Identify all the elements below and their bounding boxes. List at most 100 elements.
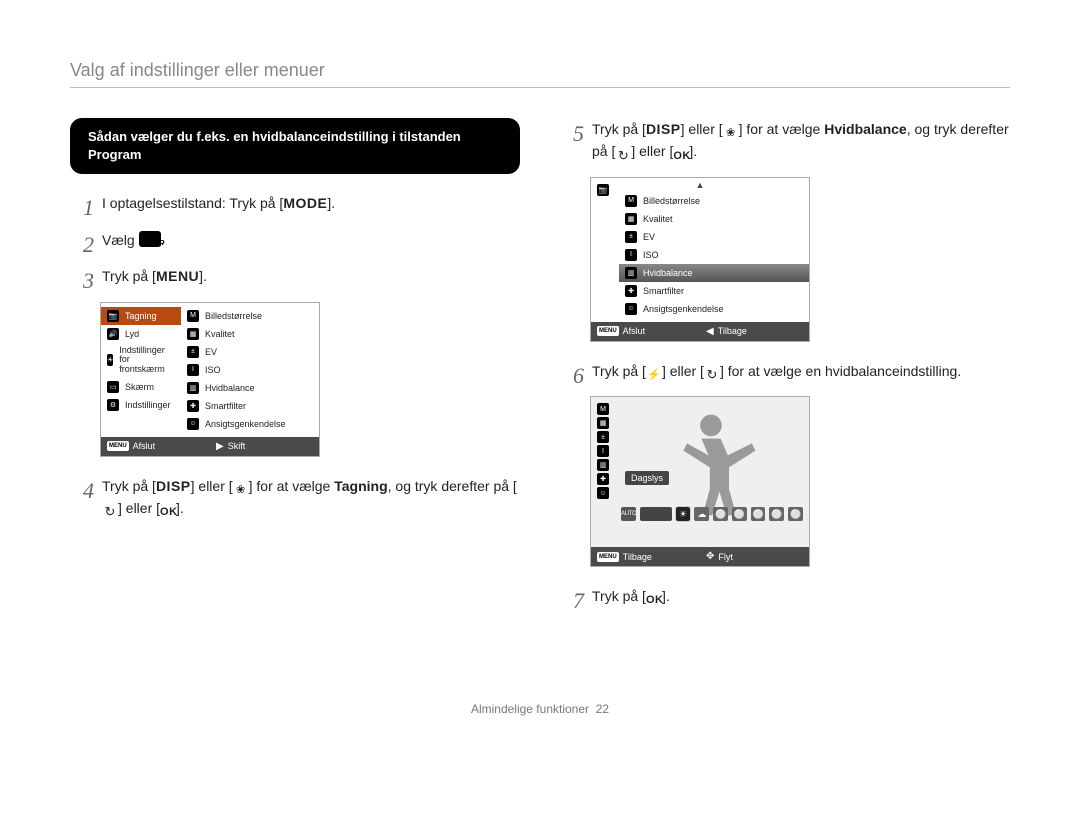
ok-icon <box>673 146 689 160</box>
camera-program-icon <box>139 231 161 247</box>
screenshot-dagslys: M ▦ ± I ▥ ✚ ☺ Dagslys AUTO <box>590 396 810 567</box>
menu-item-skærm: ▭Skærm <box>101 378 181 396</box>
menu-item-lyd: 🔊Lyd <box>101 325 181 343</box>
disp-key: DISP <box>156 475 191 497</box>
left-column: Sådan vælger du f.eks. en hvidbalanceind… <box>70 118 520 622</box>
shot1-right-menu: MBilledstørrelse ▦Kvalitet ±EV IISO ▥Hvi… <box>181 303 319 437</box>
columns: Sådan vælger du f.eks. en hvidbalanceind… <box>70 118 1010 622</box>
wb-label-dagslys: Dagslys <box>625 471 669 485</box>
wb-opt-4: ⚪ <box>769 507 784 521</box>
iso-icon: I <box>187 364 199 376</box>
ev-icon: ± <box>187 346 199 358</box>
shot2-footer-right: ◀Tilbage <box>700 322 809 341</box>
menu-key: MENU <box>156 265 199 287</box>
mode-key: MODE <box>283 192 327 214</box>
shot2-footer-left: MENUAfslut <box>591 322 700 341</box>
ok-icon <box>160 502 176 516</box>
left-arrow-icon: ◀ <box>706 326 714 337</box>
shot1-footer-right: ▶Skift <box>210 437 319 456</box>
size-icon: M <box>625 195 637 207</box>
opt-hvidbalance: ▥Hvidbalance <box>619 264 809 282</box>
ok-icon <box>646 590 662 604</box>
opt-ev: ±EV <box>619 228 809 246</box>
wb-opt-1: ⚪ <box>713 507 728 521</box>
opt-iso: IISO <box>181 361 319 379</box>
quality-icon: ▦ <box>625 213 637 225</box>
speaker-icon: 🔊 <box>107 328 119 340</box>
flash-icon <box>646 365 662 379</box>
screenshot-hvidbalance-list: ▲ 📷 MBilledstørrelse ▦Kvalitet ±EV IISO … <box>590 177 810 342</box>
wb-cloudy: ☁ <box>694 507 709 521</box>
shot2-list: MBilledstørrelse ▦Kvalitet ±EV IISO ▥Hvi… <box>619 178 809 322</box>
iso-icon: I <box>625 249 637 261</box>
opt-ansigt: ☺Ansigtsgenkendelse <box>181 415 319 433</box>
opt-kvalitet: ▦Kvalitet <box>619 210 809 228</box>
wb-auto: AUTO <box>621 507 636 521</box>
steps-right: Tryk på [DISP] eller [] for at vælge Hvi… <box>560 118 1010 163</box>
shot3-footer-right: ✥Flyt <box>700 547 809 566</box>
menu-item-indstillinger: ⚙Indstillinger <box>101 396 181 414</box>
page-footer: Almindelige funktioner 22 <box>70 702 1010 716</box>
shot1-footer-left: MENUAfslut <box>101 437 210 456</box>
flower-icon <box>233 480 249 494</box>
sun-icon <box>597 212 609 224</box>
step-2: Vælg . <box>70 229 520 251</box>
shot2-strip: 📷 <box>591 178 619 322</box>
shot1-left-menu: 📷Tagning 🔊Lyd ☀Indstillinger for frontsk… <box>101 303 181 437</box>
wb-icon-row: AUTO ☀ ☁ ⚪ ⚪ ⚪ ⚪ ⚪ <box>621 507 803 521</box>
quality-icon: ▦ <box>597 417 609 429</box>
step-6: Tryk på [] eller [] for at vælge en hvid… <box>560 360 1010 382</box>
opt-billedstørrelse: MBilledstørrelse <box>619 192 809 210</box>
opt-smartfilter: ✚Smartfilter <box>619 282 809 300</box>
steps-left: I optagelsestilstand: Tryk på [MODE]. Væ… <box>70 192 520 287</box>
step-3: Tryk på [MENU]. <box>70 265 520 287</box>
step-7: Tryk på []. <box>560 585 1010 607</box>
menu-item-tagning: 📷Tagning <box>101 307 181 325</box>
wb-icon: ▥ <box>187 382 199 394</box>
wb-opt-3: ⚪ <box>751 507 766 521</box>
wb-measure <box>640 507 671 521</box>
timer-icon <box>704 365 720 379</box>
steps-right-3: Tryk på []. <box>560 585 1010 607</box>
filter-icon: ✚ <box>597 473 609 485</box>
shot1-footer: MENUAfslut ▶Skift <box>101 437 319 456</box>
up-arrow-icon: ▲ <box>696 180 705 190</box>
menu-item-frontskærm: ☀Indstillinger for frontskærm <box>101 343 181 379</box>
opt-kvalitet: ▦Kvalitet <box>181 325 319 343</box>
display-icon <box>597 226 609 238</box>
right-column: Tryk på [DISP] eller [] for at vælge Hvi… <box>560 118 1010 622</box>
shot3-footer-left: MENUTilbage <box>591 547 700 566</box>
gear-icon <box>597 240 609 252</box>
screenshot-menu-tagning: 📷Tagning 🔊Lyd ☀Indstillinger for frontsk… <box>100 302 320 457</box>
timer-icon <box>102 502 118 516</box>
opt-iso: IISO <box>619 246 809 264</box>
gear-icon: ⚙ <box>107 399 119 411</box>
ev-icon: ± <box>597 431 609 443</box>
sun-icon: ☀ <box>107 354 113 366</box>
move-icon: ✥ <box>706 551 714 562</box>
section-heading: Sådan vælger du f.eks. en hvidbalanceind… <box>70 118 520 174</box>
camera-icon: 📷 <box>597 184 609 196</box>
speaker-icon <box>597 198 609 210</box>
wb-icon: ▥ <box>625 267 637 279</box>
wb-opt-2: ⚪ <box>732 507 747 521</box>
menu-key-icon: MENU <box>597 552 619 562</box>
size-icon: M <box>597 403 609 415</box>
opt-ansigt: ☺Ansigtsgenkendelse <box>619 300 809 318</box>
size-icon: M <box>187 310 199 322</box>
wb-opt-5: ⚪ <box>788 507 803 521</box>
wb-icon: ▥ <box>597 459 609 471</box>
quality-icon: ▦ <box>187 328 199 340</box>
page-title: Valg af indstillinger eller menuer <box>70 60 1010 88</box>
right-arrow-icon: ▶ <box>216 441 224 452</box>
ev-icon: ± <box>625 231 637 243</box>
filter-icon: ✚ <box>187 400 199 412</box>
flower-icon <box>723 123 739 137</box>
shot3-strip: M ▦ ± I ▥ ✚ ☺ <box>591 397 619 547</box>
steps-right-2: Tryk på [] eller [] for at vælge en hvid… <box>560 360 1010 382</box>
shot3-footer: MENUTilbage ✥Flyt <box>591 547 809 566</box>
step-5: Tryk på [DISP] eller [] for at vælge Hvi… <box>560 118 1010 163</box>
shot2-footer: MENUAfslut ◀Tilbage <box>591 322 809 341</box>
face-icon: ☺ <box>597 487 609 499</box>
disp-key: DISP <box>646 118 681 140</box>
